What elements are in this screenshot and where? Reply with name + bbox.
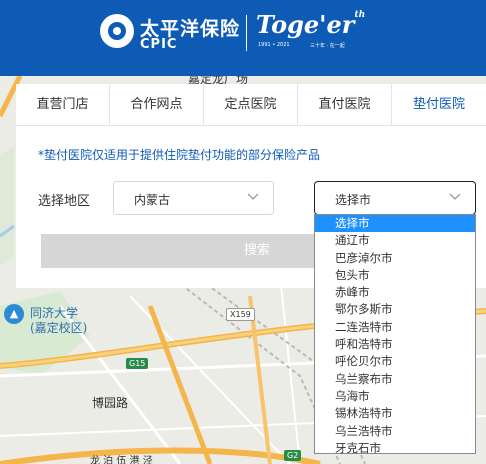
map-label-bottom-road: 龙 泊 伍 港 泾 [90, 456, 153, 464]
province-value: 内蒙古 [134, 193, 171, 207]
tab-advance-pay-hospital[interactable]: 垫付医院 [392, 84, 486, 126]
tab-designated-hospital[interactable]: 定点医院 [204, 84, 298, 126]
city-option[interactable]: 通辽市 [315, 232, 475, 249]
badge-g15: G15 [126, 358, 149, 369]
city-option[interactable]: 选择市 [315, 215, 475, 233]
province-select[interactable]: 内蒙古 [113, 181, 274, 215]
together-logo: Toge'erth [256, 10, 366, 39]
tab-partner-outlet[interactable]: 合作网点 [110, 84, 204, 126]
tab-direct-store[interactable]: 直营门店 [16, 84, 110, 126]
category-tabs: 直营门店 合作网点 定点医院 直付医院 垫付医院 [16, 84, 486, 126]
city-option[interactable]: 巴彦淖尔市 [315, 250, 475, 267]
city-option[interactable]: 牙克石市 [315, 440, 475, 457]
anniversary-slogan: 三十年 · 在一起 [310, 43, 345, 49]
city-select[interactable]: 选择市 [314, 181, 476, 215]
cpic-logo-icon [100, 14, 134, 48]
tab-direct-pay-hospital[interactable]: 直付医院 [298, 84, 392, 126]
region-label: 选择地区 [38, 194, 91, 209]
brand-name-en: CPIC [140, 37, 178, 52]
chevron-down-icon [247, 193, 259, 200]
chevron-down-icon [449, 193, 461, 200]
city-option[interactable]: 包头市 [315, 267, 475, 284]
city-option[interactable]: 呼伦贝尔市 [315, 353, 475, 370]
city-option[interactable]: 鄂尔多斯市 [315, 301, 475, 318]
badge-g2: G2 [284, 450, 302, 461]
map-label-road: 博园路 [92, 396, 129, 410]
site-header: 太平洋保险 CPIC Toge'erth 1991 • 2021 三十年 · 在… [0, 0, 486, 76]
city-value: 选择市 [335, 193, 372, 207]
city-option[interactable]: 锡林浩特市 [315, 405, 475, 422]
city-option[interactable]: 乌兰察布市 [315, 371, 475, 388]
badge-x159: X159 [226, 308, 255, 321]
anniversary-years: 1991 • 2021 [258, 42, 290, 48]
city-option[interactable]: 二连浩特市 [315, 319, 475, 336]
university-pin-icon[interactable]: ▲ [4, 304, 24, 324]
city-option[interactable]: 乌海市 [315, 388, 475, 405]
city-dropdown-list[interactable]: 选择市 通辽市 巴彦淖尔市 包头市 赤峰市 鄂尔多斯市 二连浩特市 呼和浩特市 … [314, 214, 476, 457]
header-divider [246, 15, 247, 51]
city-option[interactable]: 赤峰市 [315, 284, 475, 301]
city-option[interactable]: 乌兰浩特市 [315, 423, 475, 440]
advance-pay-notice: *垫付医院仅适用于提供住院垫付功能的部分保险产品 [38, 148, 321, 162]
city-option[interactable]: 呼和浩特市 [315, 336, 475, 353]
map-label-campus: (嘉定校区) [30, 321, 88, 335]
